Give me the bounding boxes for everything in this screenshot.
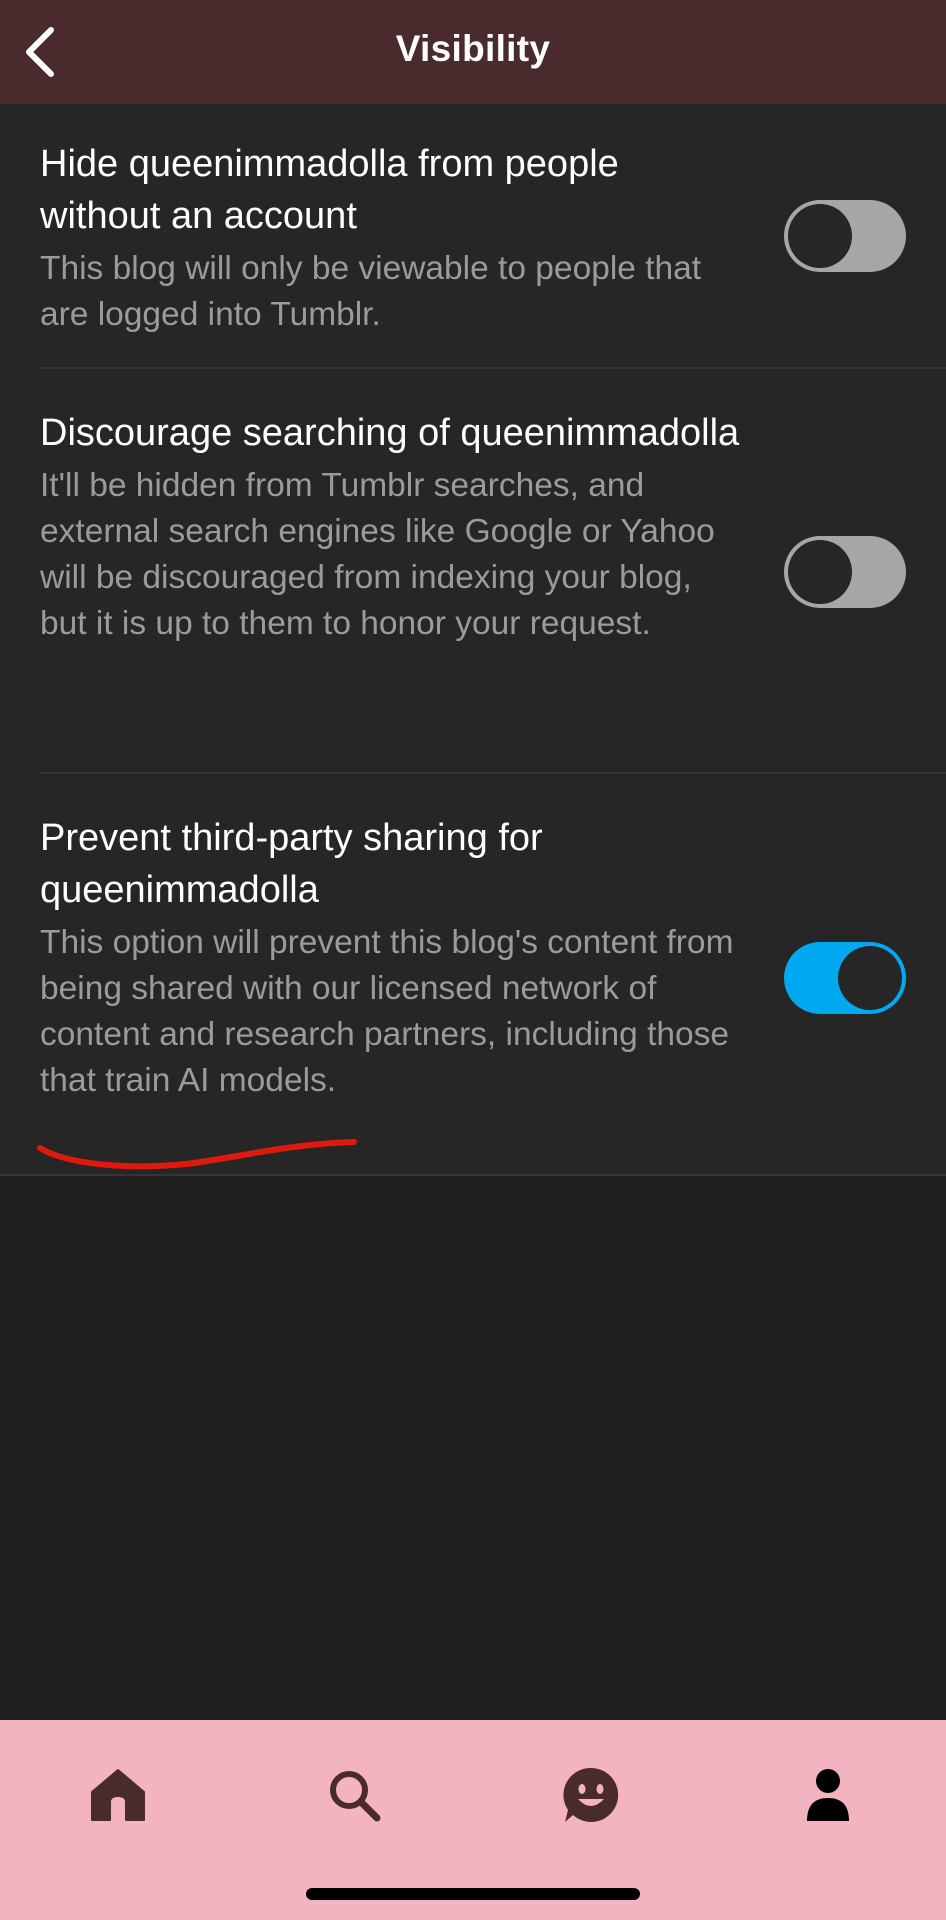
top-bar: Visibility <box>0 0 946 104</box>
home-icon <box>91 1769 145 1821</box>
setting-title: Discourage searching of queenimmadolla <box>40 412 740 454</box>
toggle-knob <box>788 540 852 604</box>
setting-text: Prevent third-party sharing for queenimm… <box>40 812 740 1104</box>
page-title: Visibility <box>395 28 551 69</box>
home-indicator <box>306 1888 640 1900</box>
prevent-third-party-sharing-toggle[interactable] <box>784 942 906 1014</box>
setting-text: Discourage searching of queenimmadolla I… <box>40 407 740 647</box>
discourage-search-toggle[interactable] <box>784 536 906 608</box>
setting-description: This option will prevent this blog's con… <box>40 924 734 1099</box>
tab-search[interactable] <box>304 1750 404 1840</box>
activity-icon <box>563 1767 619 1822</box>
setting-prevent-third-party-sharing: Prevent third-party sharing for queenimm… <box>0 774 946 1176</box>
setting-description: This blog will only be viewable to peopl… <box>40 250 702 333</box>
setting-title: Prevent third-party sharing for queenimm… <box>40 817 543 911</box>
setting-text: Hide queenimmadolla from people without … <box>40 138 740 338</box>
setting-discourage-search: Discourage searching of queenimmadolla I… <box>0 369 946 774</box>
search-icon <box>330 1771 381 1822</box>
account-icon <box>807 1769 849 1821</box>
tab-activity[interactable] <box>541 1750 641 1840</box>
tab-account[interactable] <box>778 1750 878 1840</box>
setting-description: It'll be hidden from Tumblr searches, an… <box>40 467 715 642</box>
toggle-knob <box>838 946 902 1010</box>
toggle-knob <box>788 204 852 268</box>
settings-list: Hide queenimmadolla from people without … <box>0 104 946 1176</box>
red-underline-annotation <box>37 1139 357 1170</box>
tab-home[interactable] <box>68 1750 168 1840</box>
hide-from-logged-out-toggle[interactable] <box>784 200 906 272</box>
setting-title: Hide queenimmadolla from people without … <box>40 143 619 237</box>
setting-hide-from-logged-out: Hide queenimmadolla from people without … <box>0 104 946 369</box>
